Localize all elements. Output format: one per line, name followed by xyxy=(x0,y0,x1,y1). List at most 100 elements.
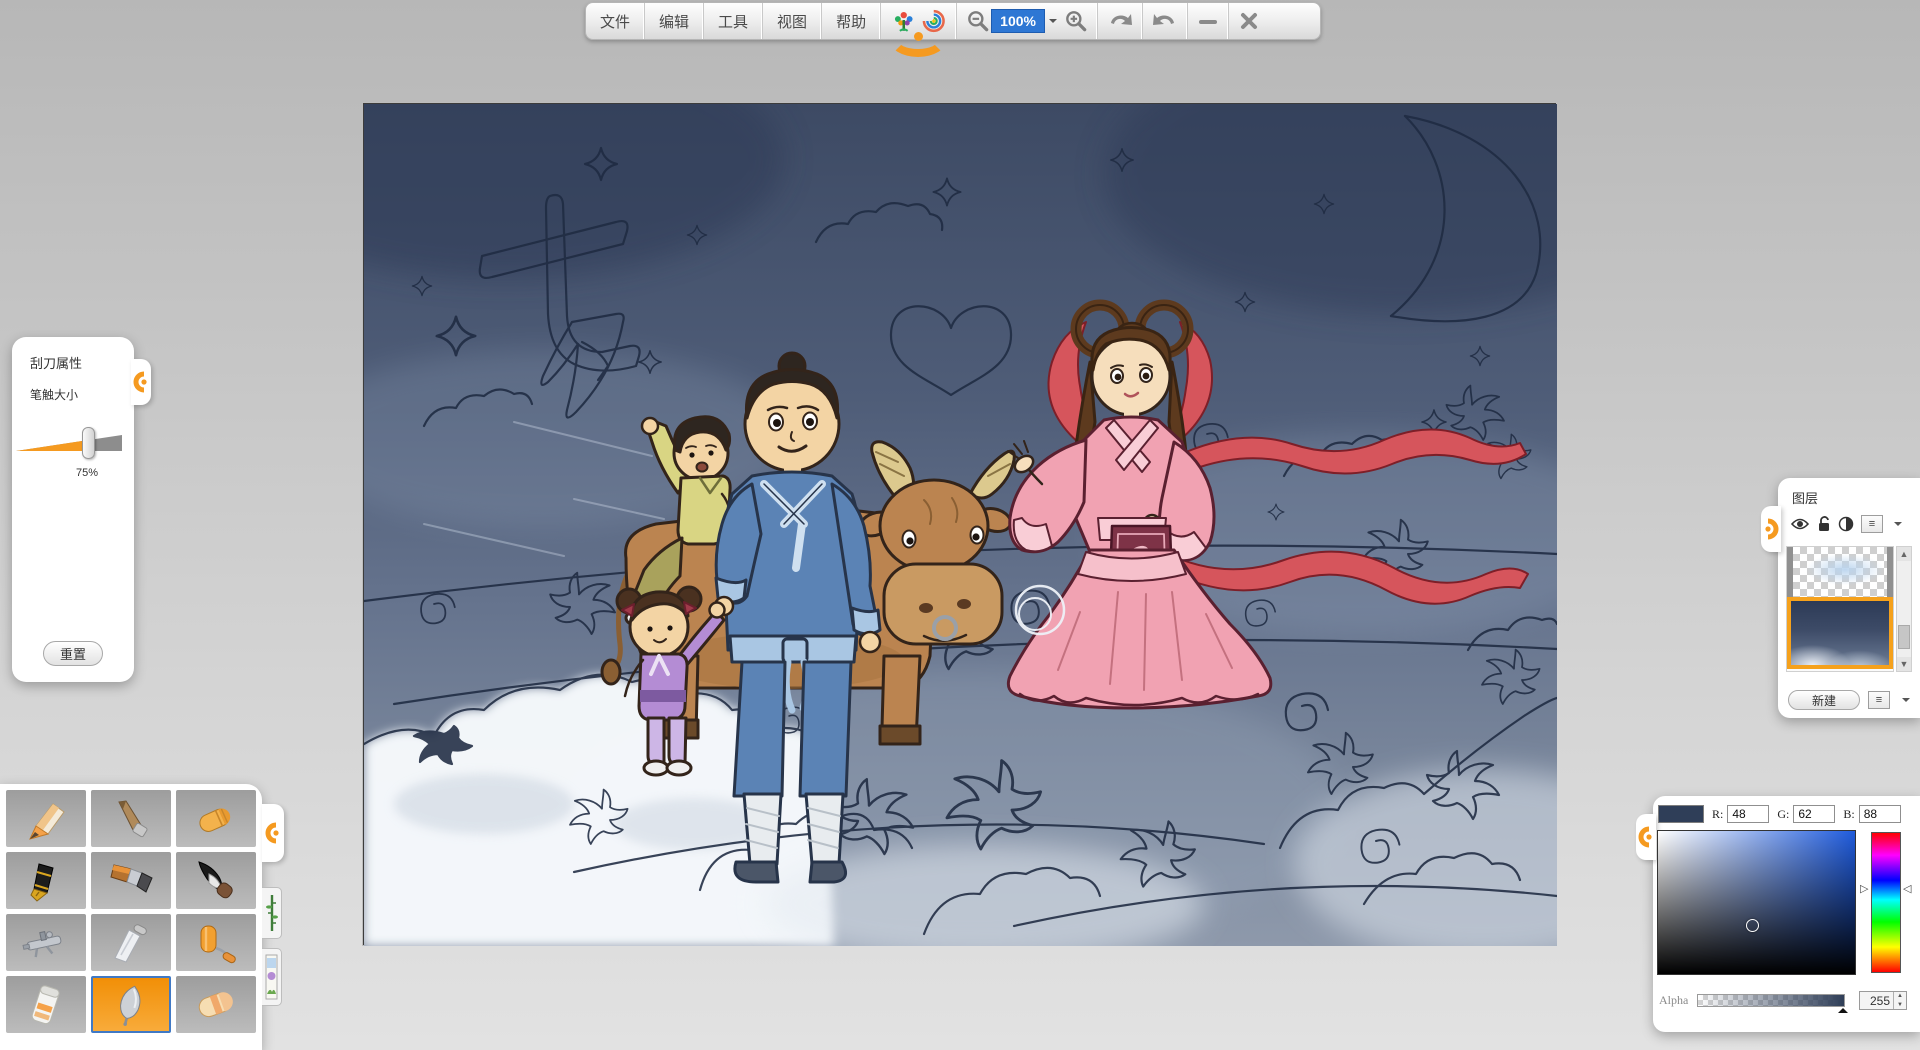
redo-button[interactable] xyxy=(1143,3,1188,39)
flat-brush-icon xyxy=(105,859,157,903)
tool-palette xyxy=(0,784,262,1050)
reset-button[interactable]: 重置 xyxy=(43,641,103,666)
alpha-up-icon[interactable]: ▲ xyxy=(1894,992,1906,1001)
alpha-down-icon[interactable]: ▼ xyxy=(1894,1001,1906,1010)
current-color-swatch xyxy=(1658,805,1704,823)
fountain-pen-icon xyxy=(20,859,72,903)
unlock-icon[interactable] xyxy=(1817,516,1831,532)
hue-marker-left[interactable]: ▷ xyxy=(1860,884,1868,894)
menu-edit[interactable]: 编辑 xyxy=(645,3,704,39)
tool-paint-roller[interactable] xyxy=(176,914,256,971)
hue-marker-right[interactable]: ◁ xyxy=(1903,884,1911,894)
stickers-icon xyxy=(265,954,278,1000)
airbrush-icon xyxy=(20,921,72,965)
handle-icon xyxy=(1763,518,1779,540)
app-window: 文件 编辑 工具 视图 帮助 xyxy=(0,0,1920,1050)
alpha-value: 255 xyxy=(1860,994,1893,1008)
scroll-up-icon[interactable]: ▲ xyxy=(1897,547,1911,561)
tool-stick-pen[interactable] xyxy=(91,790,171,847)
palette-tree-icon[interactable] xyxy=(891,7,917,35)
layer-item-sketch[interactable] xyxy=(1787,547,1893,597)
scroll-down-icon[interactable]: ▼ xyxy=(1897,657,1911,671)
mascot-logo xyxy=(881,3,957,39)
layer-list-icon[interactable]: ≡ xyxy=(1861,515,1883,533)
color-wheel-icon[interactable] xyxy=(921,7,947,35)
handle-icon xyxy=(1638,826,1654,848)
zoom-dropdown-caret[interactable] xyxy=(1049,19,1057,27)
layer-list-scrollbar[interactable]: ▲ ▼ xyxy=(1896,546,1912,672)
slider-handle[interactable] xyxy=(82,427,95,459)
layer-menu-caret[interactable] xyxy=(1902,698,1910,706)
menu-view[interactable]: 视图 xyxy=(763,3,822,39)
minimize-button[interactable] xyxy=(1188,3,1229,39)
scrollbar-thumb[interactable] xyxy=(1898,625,1910,649)
stickers-tab[interactable] xyxy=(262,948,282,1006)
brush-size-slider[interactable] xyxy=(16,433,122,455)
palette-drag-handle[interactable] xyxy=(262,804,284,862)
alpha-spinner[interactable]: 255 ▲ ▼ xyxy=(1859,991,1907,1010)
panel-drag-handle[interactable] xyxy=(131,359,151,405)
menu-file[interactable]: 文件 xyxy=(586,3,645,39)
handle-icon xyxy=(265,822,281,844)
color-cursor[interactable] xyxy=(1746,919,1759,932)
layer-menu-icon[interactable]: ≡ xyxy=(1868,691,1890,709)
tool-palette-knife[interactable] xyxy=(91,914,171,971)
undo-button[interactable] xyxy=(1098,3,1143,39)
handle-icon xyxy=(133,371,149,393)
ink-brush-icon xyxy=(190,859,242,903)
layer-list-caret[interactable] xyxy=(1894,522,1902,530)
color-picker-panel: R: 48 G: 62 B: 88 ▷ ◁ Alpha 255 ▲ ▼ xyxy=(1653,796,1920,1032)
b-label: B: xyxy=(1843,807,1854,822)
alpha-label: Alpha xyxy=(1659,993,1697,1008)
layer-item-background-selected[interactable] xyxy=(1787,597,1893,669)
tool-airbrush[interactable] xyxy=(6,914,86,971)
zoom-out-icon[interactable] xyxy=(965,8,991,34)
blend-contrast-icon[interactable] xyxy=(1838,516,1854,532)
g-label: G: xyxy=(1777,807,1789,822)
visibility-eye-icon[interactable] xyxy=(1790,517,1810,531)
tool-eraser[interactable] xyxy=(176,976,256,1033)
b-input[interactable]: 88 xyxy=(1859,805,1901,823)
eraser-icon xyxy=(190,983,242,1027)
g-input[interactable]: 62 xyxy=(1793,805,1835,823)
drawing-canvas[interactable] xyxy=(363,103,1556,945)
redo-icon xyxy=(1151,8,1179,34)
alpha-slider[interactable] xyxy=(1697,994,1845,1007)
hue-slider[interactable] xyxy=(1871,832,1901,973)
alpha-marker[interactable] xyxy=(1838,1003,1848,1013)
scraper-properties-panel: 刮刀属性 笔触大小 75% 重置 xyxy=(12,337,134,682)
undo-icon xyxy=(1106,8,1134,34)
close-button[interactable] xyxy=(1229,3,1269,39)
layers-panel: 图层 ≡ ▲ ▼ xyxy=(1778,478,1920,718)
saturation-value-picker[interactable] xyxy=(1657,830,1856,975)
paint-roller-icon xyxy=(190,921,242,965)
bamboo-brushes-tab[interactable] xyxy=(262,887,282,939)
tool-pencil[interactable] xyxy=(6,790,86,847)
layers-drag-handle[interactable] xyxy=(1761,506,1781,552)
tool-scraper[interactable] xyxy=(91,976,171,1033)
zoom-in-icon[interactable] xyxy=(1063,8,1089,34)
mascot-nose xyxy=(914,32,923,41)
paint-jar-icon xyxy=(20,983,72,1027)
tool-fountain-pen[interactable] xyxy=(6,852,86,909)
main-toolbar: 文件 编辑 工具 视图 帮助 xyxy=(585,2,1321,40)
zoom-level-input[interactable]: 100% xyxy=(991,9,1045,33)
color-drag-handle[interactable] xyxy=(1636,814,1656,860)
scraper-icon xyxy=(105,983,157,1027)
r-label: R: xyxy=(1712,807,1723,822)
layer-list xyxy=(1786,546,1894,672)
minimize-icon xyxy=(1196,8,1220,34)
close-icon xyxy=(1237,8,1261,34)
bamboo-icon xyxy=(266,893,278,933)
brush-size-label: 笔触大小 xyxy=(12,372,134,403)
new-layer-button[interactable]: 新建 xyxy=(1788,690,1860,710)
alpha-spin-arrows[interactable]: ▲ ▼ xyxy=(1893,992,1906,1009)
tool-flat-brush[interactable] xyxy=(91,852,171,909)
tool-paint-jar[interactable] xyxy=(6,976,86,1033)
r-input[interactable]: 48 xyxy=(1727,805,1769,823)
menu-help[interactable]: 帮助 xyxy=(822,3,881,39)
zoom-controls: 100% xyxy=(957,3,1098,39)
tool-crayon[interactable] xyxy=(176,790,256,847)
tool-ink-brush[interactable] xyxy=(176,852,256,909)
menu-tools[interactable]: 工具 xyxy=(704,3,763,39)
